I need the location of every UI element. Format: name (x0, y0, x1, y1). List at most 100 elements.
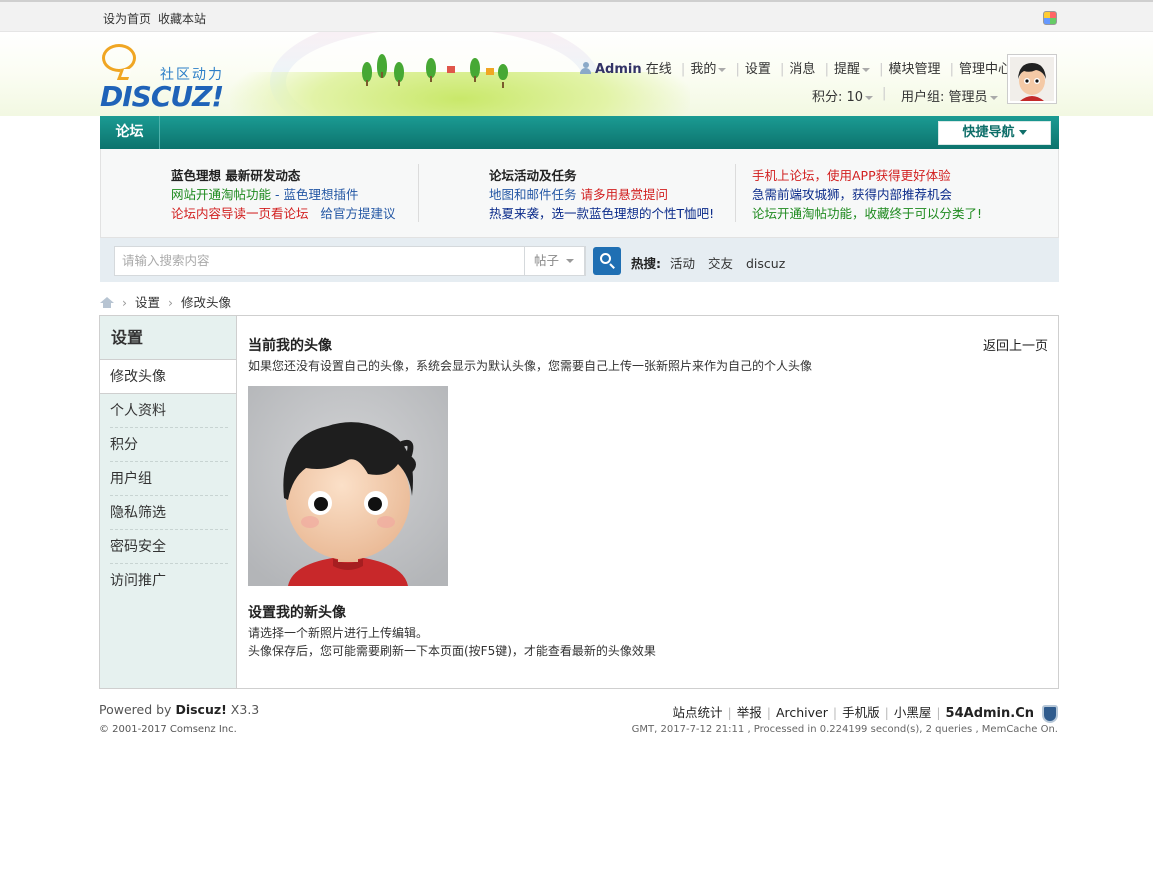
footer-site-link[interactable]: 54Admin.Cn (946, 706, 1034, 721)
color-palette-icon[interactable] (1043, 11, 1057, 25)
promo-link[interactable]: 手机上论坛，使用APP获得更好体验 (752, 166, 982, 185)
divider (735, 164, 736, 222)
promo-link[interactable]: 地图和邮件任务 (489, 187, 577, 202)
footer-link-report[interactable]: 举报 (737, 705, 762, 720)
footer-links: 站点统计 | 举报 | Archiver | 手机版 | 小黑屋 | 54Admin.Cn (672, 702, 1058, 723)
breadcrumb-current: 修改头像 (181, 295, 232, 310)
promo-link[interactable]: 论坛内容导读一页看论坛 (171, 206, 309, 221)
sidebar-item-avatar[interactable]: 修改头像 (100, 360, 236, 394)
chevron-down-icon (566, 259, 574, 263)
search-scope-value: 帖子 (534, 253, 560, 268)
promo-link[interactable]: 请多用悬赏提问 (581, 187, 669, 202)
search-button[interactable] (593, 247, 621, 275)
set-homepage-link[interactable]: 设为首页 (103, 12, 151, 26)
avatar[interactable] (1007, 54, 1057, 104)
current-avatar-description: 如果您还没有设置自己的头像，系统会显示为默认头像，您需要自己上传一张新照片来作为… (248, 359, 813, 373)
promo-link[interactable]: 热夏来袭，选一款蓝色理想的个性T恤吧! (489, 204, 714, 223)
hill-decoration (230, 72, 690, 116)
caret-down-icon (1018, 130, 1027, 135)
tree-decoration (377, 54, 387, 78)
nav-reminders[interactable]: 提醒 (834, 62, 860, 77)
search-icon (600, 253, 611, 264)
breadcrumb-separator: › (168, 295, 174, 310)
sidebar-title: 设置 (100, 316, 236, 360)
sidebar-item-promotion[interactable]: 访问推广 (110, 564, 228, 598)
hot-keyword[interactable]: 活动 (670, 256, 695, 271)
sidebar-item-usergroup[interactable]: 用户组 (110, 462, 228, 496)
nav-messages[interactable]: 消息 (789, 62, 815, 77)
sidebar-item-password[interactable]: 密码安全 (110, 530, 228, 564)
nav-my[interactable]: 我的 (690, 62, 716, 77)
logo-wordmark: DISCUZ! (100, 80, 224, 113)
back-link[interactable]: 返回上一页 (983, 335, 1048, 354)
hot-search: 热搜: 活动 交友 discuz (631, 253, 794, 272)
hot-keyword[interactable]: 交友 (708, 256, 733, 271)
promo-column-3: 手机上论坛，使用APP获得更好体验 急需前端攻城狮，获得内部推荐机会 论坛开通淘… (752, 166, 982, 223)
nav-block-admin[interactable]: 模块管理 (889, 62, 941, 77)
promo-link[interactable]: 网站开通淘帖功能 (171, 187, 271, 202)
promo-column-2: 论坛活动及任务 地图和邮件任务 请多用悬赏提问 热夏来袭，选一款蓝色理想的个性T恤… (489, 166, 714, 223)
promo-link[interactable]: 论坛开通淘帖功能，收藏终于可以分类了! (752, 204, 982, 223)
tree-decoration (470, 58, 480, 82)
house-decoration (486, 68, 494, 75)
quick-nav-label: 快捷导航 (962, 125, 1015, 140)
promo-link[interactable]: 给官方提建议 (321, 206, 396, 221)
powered-version: X3.3 (226, 702, 260, 717)
powered-brand-link[interactable]: Discuz! (175, 702, 226, 717)
userinfo-divider: | (882, 86, 887, 101)
tree-decoration (426, 58, 436, 82)
search-scope-select[interactable]: 帖子 (524, 246, 585, 276)
current-avatar-image (248, 386, 448, 586)
user-nav: Admin 在线 |我的 |设置 |消息 |提醒 |模块管理 |管理中心 |退出 (580, 58, 1056, 77)
promo-column-1: 蓝色理想 最新研发动态 网站开通淘帖功能 - 蓝色理想插件 论坛内容导读一页看论… (171, 166, 396, 223)
footer-link-stats[interactable]: 站点统计 (672, 705, 722, 720)
promo-link[interactable]: 急需前端攻城狮，获得内部推荐机会 (752, 185, 982, 204)
nav-forum-tab[interactable]: 论坛 (100, 116, 160, 149)
site-logo[interactable]: 社区动力 DISCUZ! (100, 42, 240, 113)
house-decoration (447, 66, 455, 73)
new-avatar-instruction: 请选择一个新照片进行上传编辑。 (248, 626, 429, 640)
nav-settings[interactable]: 设置 (745, 62, 771, 77)
promo-heading[interactable]: 论坛活动及任务 (489, 166, 714, 185)
current-avatar-heading: 当前我的头像 (248, 338, 332, 354)
promo-link[interactable]: - 蓝色理想插件 (271, 187, 359, 202)
top-bar: 设为首页 收藏本站 (0, 0, 1153, 32)
breadcrumb: › 设置 › 修改头像 (100, 292, 231, 311)
username-link[interactable]: Admin (595, 62, 642, 77)
home-icon[interactable] (100, 297, 114, 308)
footer-link-blackroom[interactable]: 小黑屋 (894, 705, 932, 720)
main-nav-bar: 论坛 快捷导航 (100, 116, 1059, 149)
credits-text: 积分: 10 (812, 90, 864, 105)
footer-stats: GMT, 2017-7-12 21:11 , Processed in 0.22… (631, 724, 1058, 735)
settings-sidebar: 设置 修改头像 个人资料 积分 用户组 隐私筛选 密码安全 访问推广 (100, 316, 237, 688)
shield-icon[interactable] (1042, 704, 1058, 723)
nav-admin-center[interactable]: 管理中心 (959, 62, 1011, 77)
quick-nav-button[interactable]: 快捷导航 (938, 121, 1051, 145)
settings-panel: 设置 修改头像 个人资料 积分 用户组 隐私筛选 密码安全 访问推广 当前我的头… (99, 315, 1059, 689)
usergroup-info[interactable]: 用户组: 管理员 (901, 86, 998, 105)
hot-keyword[interactable]: discuz (746, 256, 785, 271)
sidebar-item-privacy[interactable]: 隐私筛选 (110, 496, 228, 530)
sidebar-item-profile[interactable]: 个人资料 (110, 394, 228, 428)
breadcrumb-separator: › (122, 295, 127, 310)
credits-info[interactable]: 积分: 10 (812, 86, 874, 105)
search-input[interactable]: 请输入搜索内容 (114, 246, 586, 276)
hot-search-label: 热搜: (631, 256, 661, 271)
speech-bubble-icon (102, 44, 136, 72)
breadcrumb-settings[interactable]: 设置 (135, 295, 160, 310)
top-links: 设为首页 收藏本站 (103, 10, 213, 27)
avatar-image (1010, 57, 1054, 101)
search-bar: 请输入搜索内容 帖子 热搜: 活动 交友 discuz (100, 238, 1059, 282)
bookmark-link[interactable]: 收藏本站 (158, 12, 206, 26)
chevron-down-icon (989, 95, 998, 100)
sidebar-item-credits[interactable]: 积分 (110, 428, 228, 462)
new-avatar-heading: 设置我的新头像 (248, 605, 346, 621)
usergroup-text: 用户组: 管理员 (901, 90, 988, 105)
tree-decoration (394, 62, 404, 86)
promo-heading[interactable]: 蓝色理想 最新研发动态 (171, 166, 396, 185)
new-avatar-refresh-note: 头像保存后，您可能需要刷新一下本页面(按F5键)，才能查看最新的头像效果 (248, 644, 656, 658)
promo-links-panel: 蓝色理想 最新研发动态 网站开通淘帖功能 - 蓝色理想插件 论坛内容导读一页看论… (100, 149, 1059, 238)
tree-decoration (362, 62, 372, 86)
footer-link-archiver[interactable]: Archiver (776, 705, 828, 720)
footer-link-mobile[interactable]: 手机版 (842, 705, 880, 720)
